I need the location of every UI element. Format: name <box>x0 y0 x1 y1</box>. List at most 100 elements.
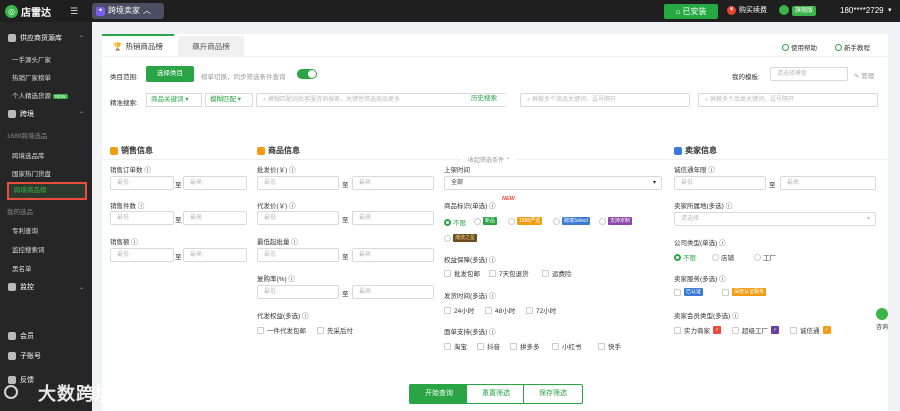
trophy-icon: 🏆 <box>113 41 123 51</box>
guarantee-shipping-insurance-checkbox[interactable]: 运费险 <box>542 268 572 278</box>
sync-toggle[interactable] <box>297 69 317 79</box>
sidebar-item-member[interactable]: 会员 <box>0 328 92 344</box>
tag-radio-select[interactable]: 跨境Select <box>553 217 590 225</box>
repurchase-min[interactable]: 最低 <box>257 285 339 299</box>
sidebar-item-patent[interactable]: 专利查询 <box>12 225 38 235</box>
sales-qty-min[interactable]: 最低 <box>110 211 174 225</box>
exclude-product-keyword-input[interactable]: ⌕ 屏蔽多个商品关键词，逗号隔开 <box>520 93 690 107</box>
user-phone[interactable]: 180****2729 <box>840 6 884 15</box>
moq-min[interactable]: 最低 <box>257 248 339 262</box>
buy-renew-button[interactable]: ¥ 购买续费 <box>727 5 767 15</box>
sidebar-item-sub-account[interactable]: 子账号 <box>0 348 92 364</box>
cross-border-seller-dropdown[interactable]: ✦ 跨境卖家 ︿ <box>92 3 164 19</box>
credit-years-min[interactable]: 最低 <box>674 176 766 190</box>
sidebar-item-personal-pick[interactable]: 个人精选货源 NEW <box>12 90 68 100</box>
ship-24h-checkbox[interactable]: 24小时 <box>444 305 474 315</box>
guarantee-free-shipping-checkbox[interactable]: 批发包邮 <box>444 268 480 278</box>
wholesale-price-max[interactable]: 最高 <box>352 176 434 190</box>
coin-icon: ¥ <box>727 5 736 15</box>
start-query-button[interactable]: 开始查询 <box>409 384 469 404</box>
platform-taobao-checkbox[interactable]: 淘宝 <box>444 341 467 351</box>
template-select[interactable]: 请选择模板 <box>770 67 848 81</box>
sidebar-item-cross-ranking[interactable]: 跨境商品榜 <box>7 182 87 200</box>
wholesale-price-label: 批发价(￥) ⓘ <box>257 167 296 174</box>
sales-amount-min[interactable]: 最低 <box>110 248 174 262</box>
app-logo[interactable]: ◎ 店雷达 <box>5 4 51 19</box>
info-icon: ⓘ <box>489 293 496 300</box>
factory-badge-icon: ✓ <box>771 326 780 334</box>
usage-help-link[interactable]: 使用帮助 <box>782 42 817 52</box>
tab-hot-ranking[interactable]: 🏆 热销商品榜 <box>102 34 174 56</box>
company-radio-any[interactable]: 不限 <box>674 252 696 262</box>
platform-douyin-checkbox[interactable]: 抖音 <box>477 341 500 351</box>
sidebar-header-cross[interactable]: 跨境 ⌃ <box>0 106 92 122</box>
sidebar-header-supply[interactable]: 供应商货源库 ⌃ <box>0 30 92 46</box>
seller-region-select[interactable]: 请选择 ▾ <box>674 212 876 226</box>
service-verified-checkbox[interactable]: 已认证 <box>674 288 704 296</box>
tutorial-link[interactable]: 新手教程 <box>835 42 870 52</box>
member-super-factory-checkbox[interactable]: 超级工厂 ✓ <box>732 325 780 335</box>
user-icon <box>8 352 16 360</box>
sales-section-title: 销售信息 <box>110 145 153 156</box>
dropship-price-max[interactable]: 最高 <box>352 211 434 225</box>
menu-collapse-icon[interactable]: ☰ <box>70 6 78 17</box>
sales-qty-max[interactable]: 最高 <box>183 211 247 225</box>
tag-radio-none[interactable]: 不限 <box>444 217 466 227</box>
guarantee-7day-return-checkbox[interactable]: 7天包退货 <box>489 268 529 278</box>
repurchase-max[interactable]: 最高 <box>352 285 434 299</box>
tag-radio-custom[interactable]: 支持定制 <box>599 217 633 225</box>
sidebar-item-hot-factory[interactable]: 热销厂家榜单 <box>12 72 51 82</box>
repurchase-label: 复购率(%) ⓘ <box>257 276 295 283</box>
rights-buy-first-checkbox[interactable]: 先采后付 <box>317 325 353 335</box>
wholesale-price-min[interactable]: 最低 <box>257 176 339 190</box>
sales-qty-label: 销售件数 ⓘ <box>110 203 145 210</box>
product-section-title: 商品信息 <box>257 145 300 156</box>
sales-orders-max[interactable]: 最高 <box>183 176 247 190</box>
moq-max[interactable]: 最高 <box>352 248 434 262</box>
sales-amount-max[interactable]: 最高 <box>183 248 247 262</box>
sidebar-header-monitor[interactable]: 监控 ⌄ <box>0 279 92 295</box>
reset-filter-button[interactable]: 重置筛选 <box>466 384 526 404</box>
member-strong-merchant-checkbox[interactable]: 实力商家 ✓ <box>674 325 722 335</box>
ship-72h-checkbox[interactable]: 72小时 <box>526 305 556 315</box>
seller-section-title: 卖家信息 <box>674 145 717 156</box>
keyword-type-select[interactable]: 商品关键词 ▾ <box>146 93 202 107</box>
info-icon: ⓘ <box>489 329 496 336</box>
match-type-select[interactable]: 模糊匹配 ▾ <box>205 93 253 107</box>
credit-years-max[interactable]: 最高 <box>780 176 876 190</box>
exclude-category-keyword-input[interactable]: ⌕ 屏蔽多个品类关键词，逗号隔开 <box>698 93 878 107</box>
platform-xiaohongshu-checkbox[interactable]: 小红书 <box>552 341 582 351</box>
sidebar-item-cross-library[interactable]: 跨境选品库 <box>12 150 45 160</box>
history-search-button[interactable]: 历史搜索 <box>462 94 506 106</box>
sales-orders-min[interactable]: 最低 <box>110 176 174 190</box>
top-bar: ◎ 店雷达 ☰ ✦ 跨境卖家 ︿ ⌂ 已安装 ¥ 购买续费 旗舰版 180***… <box>0 0 900 22</box>
cloud-icon[interactable] <box>779 5 789 15</box>
service-deep-verified-checkbox[interactable]: 深度认证服务 <box>722 288 767 296</box>
tag-radio-new[interactable]: 新品 <box>474 217 498 225</box>
tab-rise-ranking[interactable]: 飙升商品榜 <box>178 36 244 56</box>
tag-radio-strict[interactable]: 1688严选 <box>508 217 543 225</box>
company-radio-factory[interactable]: 工厂 <box>754 252 776 262</box>
sidebar-item-monitor-keyword[interactable]: 监控搜索词 <box>12 244 45 254</box>
tag-radio-trend[interactable]: 潮流之星 <box>444 234 478 242</box>
info-icon: ⓘ <box>302 313 309 320</box>
consult-widget[interactable]: 咨询 <box>873 308 891 331</box>
listing-time-select[interactable]: 全部 ▾ <box>444 176 662 190</box>
ship-48h-checkbox[interactable]: 48小时 <box>485 305 515 315</box>
platform-pinduoduo-checkbox[interactable]: 拼多多 <box>510 341 540 351</box>
category-label: 类目范围: <box>110 74 138 81</box>
sidebar-item-country-hot[interactable]: 国家热门货盘 <box>12 168 51 178</box>
fold-filters-toggle[interactable]: 收起筛选条件 ⌃ <box>462 155 517 164</box>
member-credit-checkbox[interactable]: 诚信通 ✓ <box>790 325 831 335</box>
rights-free-shipping-checkbox[interactable]: 一件代发包邮 <box>257 325 306 335</box>
manage-link[interactable]: ✎ 管理 <box>854 70 874 80</box>
sidebar-item-blacklist[interactable]: 黑名单 <box>12 263 32 273</box>
platform-kuaishou-checkbox[interactable]: 快手 <box>598 341 621 351</box>
select-category-button[interactable]: 选择类目 <box>146 66 194 82</box>
dropship-price-min[interactable]: 最低 <box>257 211 339 225</box>
sidebar-item-source-factory[interactable]: 一手源头厂家 <box>12 54 51 64</box>
installed-button[interactable]: ⌂ 已安装 <box>664 4 718 19</box>
save-filter-button[interactable]: 保存筛选 <box>523 384 583 404</box>
chevron-down-icon[interactable]: ▾ <box>888 6 892 14</box>
company-radio-store[interactable]: 店铺 <box>712 252 734 262</box>
